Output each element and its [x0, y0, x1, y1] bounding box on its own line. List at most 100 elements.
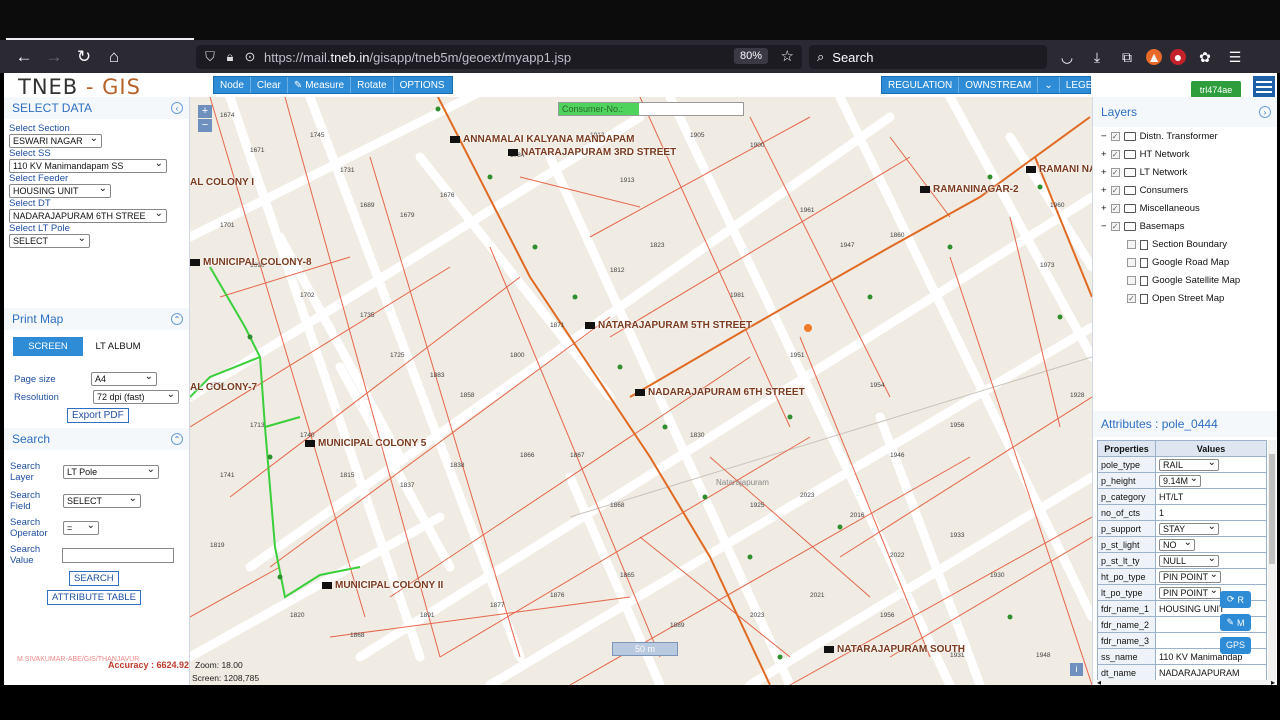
attr-value-select[interactable]: STAY: [1159, 522, 1219, 535]
map-info-button[interactable]: i: [1070, 663, 1083, 676]
export-pdf-button[interactable]: Export PDF: [67, 408, 129, 423]
reload-icon[interactable]: ↻: [69, 42, 99, 72]
attr-value-cell[interactable]: NO: [1155, 536, 1267, 553]
search-operator-select[interactable]: =: [63, 521, 99, 535]
attr-value-select[interactable]: NO: [1159, 538, 1195, 551]
float-gps-button[interactable]: GPS: [1220, 637, 1251, 654]
bookmark-star-icon[interactable]: ☆: [781, 47, 794, 65]
map-label-nadarajapuram-6th: NADARAJAPURAM 6TH STREET: [635, 387, 805, 398]
attr-value-cell[interactable]: HT/LT: [1155, 488, 1267, 505]
layer-miscellaneous[interactable]: + ✓ Miscellaneous: [1101, 203, 1200, 214]
node-button[interactable]: Node: [214, 77, 251, 93]
menu-icon[interactable]: ☰: [1224, 46, 1246, 68]
lock-icon[interactable]: 🔒︎: [220, 49, 240, 65]
measure-button[interactable]: ✎ Measure: [288, 77, 352, 93]
attr-row: p_support STAY: [1097, 520, 1267, 537]
attr-row: p_height 9.14M: [1097, 472, 1267, 489]
collapse-up-icon[interactable]: ⌃: [171, 433, 183, 445]
back-icon[interactable]: ←: [9, 42, 39, 72]
resolution-select[interactable]: 72 dpi (fast): [93, 390, 179, 404]
home-icon[interactable]: ⌂: [99, 42, 129, 72]
zoom-readout: Zoom: 18.00: [195, 660, 243, 670]
attr-value-cell[interactable]: RAIL: [1155, 456, 1267, 473]
consumer-search-box[interactable]: Consumer-No.:: [558, 102, 744, 116]
regulation-button[interactable]: REGULATION: [882, 77, 960, 93]
attr-value-select[interactable]: PIN POINT: [1159, 570, 1222, 583]
user-badge[interactable]: trl474ae: [1191, 81, 1241, 98]
layer-lt-network[interactable]: + ✓ LT Network: [1101, 167, 1187, 178]
addon-red-icon[interactable]: ●: [1170, 49, 1186, 65]
layer-distn-transformer[interactable]: − ✓ Distn. Transformer: [1101, 131, 1218, 142]
clear-button[interactable]: Clear: [251, 77, 288, 93]
rotate-button[interactable]: Rotate: [351, 77, 394, 93]
dropdown-chevron-icon[interactable]: ⌄: [1038, 77, 1060, 93]
attr-value-select[interactable]: PIN POINT: [1159, 586, 1222, 599]
map-label-colony-7: AL COLONY-7: [190, 382, 258, 393]
options-button[interactable]: OPTIONS ⌄: [394, 77, 467, 93]
hamburger-menu-icon[interactable]: [1253, 76, 1275, 98]
search-layer-select[interactable]: LT Pole: [63, 465, 159, 479]
extensions-icon[interactable]: ⧉: [1116, 46, 1138, 68]
attr-scrollbar[interactable]: [1268, 440, 1276, 680]
search-field-select[interactable]: SELECT: [63, 494, 141, 508]
layer-ht-network[interactable]: + ✓ HT Network: [1101, 149, 1190, 160]
attr-value-cell[interactable]: NULL: [1155, 552, 1267, 569]
layer-open-street-map[interactable]: ✓ Open Street Map: [1127, 293, 1224, 304]
layer-google-satellite-map[interactable]: Google Satellite Map: [1127, 275, 1240, 286]
map-canvas[interactable]: 1674167117451731 1689167916761784 191319…: [190, 97, 1092, 685]
attr-value-select[interactable]: NULL: [1159, 554, 1219, 567]
zoom-out-button[interactable]: −: [198, 119, 212, 132]
layer-section-boundary[interactable]: Section Boundary: [1127, 239, 1227, 250]
svg-text:1925: 1925: [750, 502, 765, 509]
map-label-colony-2: MUNICIPAL COLONY II: [322, 580, 443, 591]
accuracy-text: Accuracy : 6624.92: [108, 660, 190, 670]
legend-button[interactable]: LEGEND: [1060, 77, 1113, 93]
attr-value-cell[interactable]: 1: [1155, 504, 1267, 521]
attr-value-cell[interactable]: STAY: [1155, 520, 1267, 537]
attr-value-cell[interactable]: NADARAJAPURAM: [1155, 664, 1267, 680]
page-size-select[interactable]: A4: [91, 372, 157, 386]
addon-multicolor-icon[interactable]: ✿: [1194, 46, 1216, 68]
pole-select[interactable]: SELECT: [9, 234, 90, 248]
downstream-button[interactable]: OWNSTREAM: [959, 77, 1039, 93]
attr-value-field[interactable]: 1: [1159, 508, 1164, 518]
layer-consumers[interactable]: + ✓ Consumers: [1101, 185, 1188, 196]
browser-search-bar[interactable]: ⌕ Search: [809, 45, 1047, 69]
url-text[interactable]: https://mail.tneb.in/gisapp/tneb5m/geoex…: [264, 50, 571, 65]
search-value-input[interactable]: [62, 548, 174, 563]
attr-value-select[interactable]: 9.14M: [1159, 474, 1202, 487]
float-r-button[interactable]: ⟳ R: [1220, 591, 1251, 608]
ss-select[interactable]: 110 KV Manimandapam SS: [9, 159, 167, 173]
pocket-icon[interactable]: ◡: [1056, 46, 1078, 68]
attr-value-field[interactable]: NADARAJAPURAM: [1159, 668, 1240, 678]
select-data-header[interactable]: SELECT DATA ‹: [4, 97, 189, 119]
print-map-header[interactable]: Print Map ⌃: [4, 308, 189, 330]
search-header[interactable]: Search ⌃: [4, 428, 189, 450]
collapse-icon[interactable]: ›: [1259, 106, 1271, 118]
layer-google-road-map[interactable]: Google Road Map: [1127, 257, 1229, 268]
shield-icon[interactable]: ⛉: [200, 49, 220, 65]
collapse-up-icon[interactable]: ⌃: [171, 313, 183, 325]
layer-basemaps[interactable]: − ✓ Basemaps: [1101, 221, 1184, 232]
dt-select[interactable]: NADARAJAPURAM 6TH STREE: [9, 209, 167, 223]
zoom-level-button[interactable]: 80%: [733, 48, 768, 64]
forward-icon[interactable]: →: [39, 42, 69, 72]
zoom-in-button[interactable]: +: [198, 105, 212, 118]
section-select[interactable]: ESWARI NAGAR: [9, 134, 102, 148]
collapse-icon[interactable]: ‹: [171, 102, 183, 114]
attr-value-field[interactable]: HT/LT: [1159, 492, 1183, 502]
layers-header[interactable]: Layers ›: [1093, 97, 1277, 127]
addon-orange-icon[interactable]: ▲: [1146, 49, 1162, 65]
float-m-button[interactable]: ✎ M: [1220, 614, 1251, 631]
search-button[interactable]: SEARCH: [69, 571, 119, 586]
feeder-select[interactable]: HOUSING UNIT: [9, 184, 111, 198]
attribute-table-button[interactable]: ATTRIBUTE TABLE: [47, 590, 141, 605]
download-icon[interactable]: ⤓: [1086, 46, 1108, 68]
attr-value-cell[interactable]: 9.14M: [1155, 472, 1267, 489]
attr-value-cell[interactable]: PIN POINT: [1155, 568, 1267, 585]
lt-album-tab[interactable]: LT ALBUM: [83, 337, 153, 356]
url-bar[interactable]: ⛉ 🔒︎ ⊙ https://mail.tneb.in/gisapp/tneb5…: [196, 45, 802, 69]
attr-value-field[interactable]: HOUSING UNIT: [1159, 604, 1225, 614]
attr-value-select[interactable]: RAIL: [1159, 458, 1219, 471]
screen-tab[interactable]: SCREEN: [13, 337, 83, 356]
